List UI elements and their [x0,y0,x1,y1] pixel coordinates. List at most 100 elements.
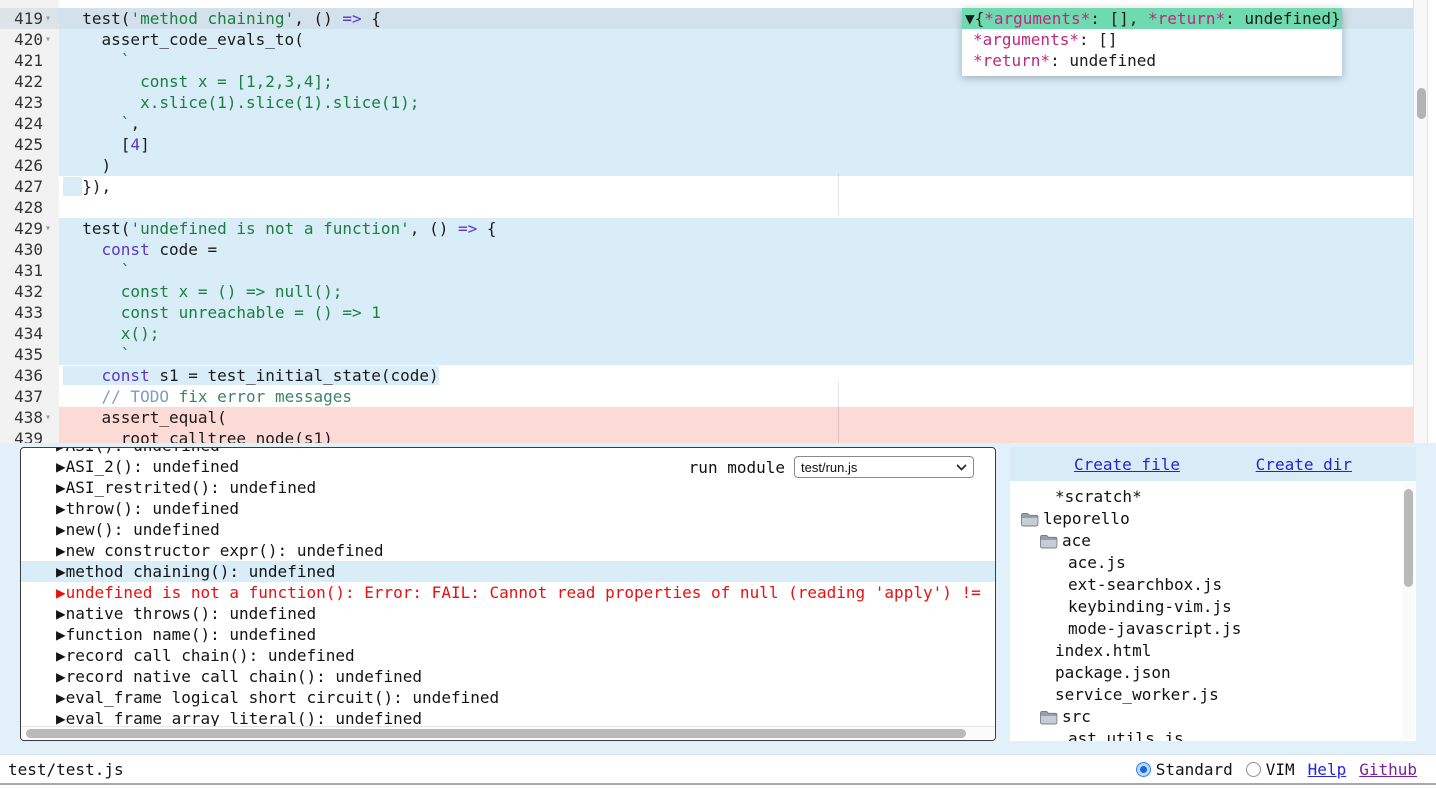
console-entry[interactable]: ▶record native call chain(): undefined [21,666,995,687]
code-line[interactable]: 423 x.slice(1).slice(1).slice(1); [0,92,1413,113]
editor-vertical-scrollbar[interactable] [1413,0,1428,443]
editor-scrollbar-thumb[interactable] [1417,88,1426,119]
fold-arrow-icon[interactable]: ▾ [45,407,59,428]
file-tree-item[interactable]: index.html [1010,640,1416,662]
console-entry[interactable]: ▶undefined is not a function(): Error: F… [21,582,995,603]
create-dir-link[interactable]: Create dir [1256,455,1352,474]
fold-arrow-icon [45,365,59,386]
standard-radio-icon[interactable] [1136,762,1151,777]
file-tree-item[interactable]: leporello [1010,508,1416,530]
files-scrollbar-thumb[interactable] [1404,489,1413,587]
code-token: { [362,9,381,28]
code-token: *arguments* [984,9,1090,28]
code-line[interactable]: 437 // TODO fix error messages [0,386,1413,407]
fold-arrow-icon[interactable]: ▾ [45,8,59,29]
code-token: ] [140,135,150,154]
fold-arrow-icon [45,50,59,71]
file-tree-item[interactable]: mode-javascript.js [1010,618,1416,640]
code-text: test('undefined is not a function', () =… [59,218,1413,239]
code-line[interactable]: 428 [0,197,1413,218]
tooltip-header[interactable]: ▼{*arguments*: [], *return*: undefined} [962,8,1342,29]
tooltip-row: *arguments*: [] [962,29,1342,50]
code-token: => [342,9,361,28]
code-line[interactable]: 432 const x = () => null(); [0,281,1413,302]
code-token: test( [63,219,130,238]
code-line[interactable]: 435 ` [0,344,1413,365]
github-link[interactable]: Github [1359,760,1417,779]
file-tree-item[interactable]: service_worker.js [1010,684,1416,706]
run-module-select[interactable]: test/run.js [794,456,974,478]
file-tree-item[interactable]: src [1010,706,1416,728]
vim-mode-option[interactable]: VIM [1246,760,1295,779]
code-token: : undefined [1050,51,1156,70]
code-token: s1 = test_initial_state(code) [150,366,439,385]
console-entry[interactable]: ▶throw(): undefined [21,498,995,519]
tooltip-body: *arguments*: []*return*: undefined [962,29,1342,71]
standard-mode-option[interactable]: Standard [1136,760,1233,779]
file-tree-item[interactable]: ace [1010,530,1416,552]
file-tree-item[interactable]: keybinding-vim.js [1010,596,1416,618]
console-entry[interactable]: ▶ASI_restrited(): undefined [21,477,995,498]
line-number: 425 [0,134,45,155]
file-tree-item[interactable]: package.json [1010,662,1416,684]
value-inspector-tooltip[interactable]: ▼{*arguments*: [], *return*: undefined} … [962,8,1342,76]
print-margin-ruler [838,174,839,215]
code-line[interactable]: 424 `, [0,113,1413,134]
code-line[interactable]: 438▾ assert_equal( [0,407,1413,428]
console-horizontal-scrollbar[interactable] [21,726,995,740]
code-line[interactable]: 439 root_calltree_node(s1) [0,428,1413,443]
file-tree: *scratch* leporello aceace.jsext-searchb… [1010,481,1416,741]
console-entry[interactable]: ▶ASI(): undefined [21,447,995,456]
code-token: , [130,114,140,133]
code-line[interactable]: 426 ) [0,155,1413,176]
code-text: // TODO fix error messages [59,386,1413,407]
code-line[interactable]: 431 ` [0,260,1413,281]
console-entry[interactable]: ▶native throws(): undefined [21,603,995,624]
code-line[interactable]: 427 }), [0,176,1413,197]
print-margin-ruler [838,381,839,443]
run-module-selected-value: test/run.js [801,460,857,475]
code-line[interactable]: 434 x(); [0,323,1413,344]
file-tree-item[interactable]: *scratch* [1010,486,1416,508]
code-line[interactable]: 429▾ test('undefined is not a function',… [0,218,1413,239]
file-tree-item[interactable]: ext-searchbox.js [1010,574,1416,596]
code-line[interactable]: 433 const unreachable = () => 1 [0,302,1413,323]
files-vertical-scrollbar[interactable] [1403,483,1415,739]
code-token: , () [294,9,342,28]
create-file-link[interactable]: Create file [1074,455,1180,474]
code-line[interactable]: 436 const s1 = test_initial_state(code) [0,365,1413,386]
code-editor[interactable]: 419▾ test('method chaining', () => {420▾… [0,0,1436,443]
vim-radio-icon[interactable] [1246,762,1261,777]
line-number: 420 [0,29,45,50]
gutter-cell: 430 [0,239,59,260]
code-line[interactable]: 425 [4] [0,134,1413,155]
console-entry[interactable]: ▶function name(): undefined [21,624,995,645]
file-name: keybinding-vim.js [1068,596,1232,618]
file-browser-header: Create file Create dir [1010,447,1416,481]
file-name: leporello [1043,508,1130,530]
tooltip-row: *return*: undefined [962,50,1342,71]
fold-arrow-icon[interactable]: ▾ [45,218,59,239]
console-entry[interactable]: ▶record call chain(): undefined [21,645,995,666]
code-line[interactable]: 430 const code = [0,239,1413,260]
code-token: { [477,219,496,238]
file-tree-list: *scratch* leporello aceace.jsext-searchb… [1010,481,1416,741]
console-entry[interactable]: ▶method chaining(): undefined [21,561,995,582]
fold-arrow-icon[interactable]: ▾ [45,29,59,50]
gutter-cell: 436 [0,365,59,386]
line-number: 421 [0,50,45,71]
gutter-cell: 439 [0,428,59,443]
line-number: 437 [0,386,45,407]
code-token: => [458,219,477,238]
console-entry[interactable]: ▶new constructor expr(): undefined [21,540,995,561]
code-text [59,197,1413,218]
file-tree-item[interactable]: ace.js [1010,552,1416,574]
file-tree-item[interactable]: ast_utils.js [1010,728,1416,741]
code-text: `, [59,113,1413,134]
line-number: 419 [0,8,45,29]
console-entry[interactable]: ▶eval_frame logical short circuit(): und… [21,687,995,708]
console-scrollbar-thumb[interactable] [26,729,966,738]
help-link[interactable]: Help [1308,760,1347,779]
test-results-list: ▶ASI(): undefined▶ASI_2(): undefined▶ASI… [21,448,995,729]
console-entry[interactable]: ▶new(): undefined [21,519,995,540]
